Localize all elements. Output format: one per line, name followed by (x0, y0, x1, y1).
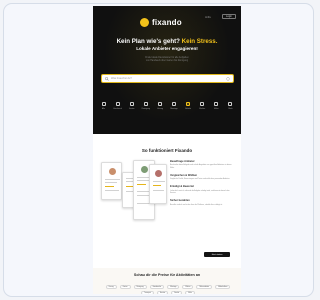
card-line (105, 182, 117, 183)
price-chip[interactable]: Malerarbeiten (196, 285, 213, 290)
category-item[interactable]: Garten (125, 102, 138, 110)
hammer-icon (115, 102, 120, 106)
category-label: Umzug (156, 108, 163, 110)
feature-item: Vergleichen & Wählen Vergleiche Profile, … (170, 174, 235, 181)
feature-text: Vergleiche Profile, Bewertungen und Prei… (170, 178, 230, 181)
star-icon (186, 102, 191, 106)
feature-title: Vergleichen & Wählen (170, 173, 198, 177)
feature-title: Beauftrage Anbieter (170, 160, 195, 163)
landing-page: fixando Hilfe Login Kein Plan wie's geht… (93, 6, 241, 294)
wrench-icon (172, 102, 177, 106)
features-list: Beauftrage Anbieter Beschreibe deine Aufg… (170, 160, 235, 211)
feature-text: Bezahle einfach und sicher über die Plat… (170, 203, 223, 206)
feature-item: Erledigt & Bewertet Lehne dich zurück, wä… (170, 185, 235, 194)
category-label: Alle (101, 108, 106, 110)
price-chip[interactable]: Transport (141, 291, 154, 294)
avatar (155, 170, 162, 177)
category-label: Montage (170, 108, 178, 110)
price-chip[interactable]: Möbelaufbau (215, 285, 231, 290)
logo-mark-icon (140, 18, 149, 27)
category-item[interactable]: Reinigung (139, 102, 152, 110)
avatar (109, 168, 116, 175)
truck-icon (157, 102, 162, 106)
feature-title: Erledigt & Bewertet (170, 185, 194, 189)
category-label: Mehr (228, 108, 233, 110)
cta-button[interactable]: Jetzt starten (204, 252, 230, 257)
price-chip[interactable]: Mehr (185, 291, 195, 294)
price-chip[interactable]: Reinigung (133, 285, 147, 290)
hero-headline: Kein Plan wie's geht? Kein Stress. (99, 38, 235, 45)
bolt-icon (200, 102, 205, 106)
card-line (105, 190, 119, 191)
card-line (137, 180, 149, 181)
category-item[interactable]: Handwerk (111, 102, 124, 110)
feature-item: Beauftrage Anbieter Beschreibe deine Aufg… (170, 160, 235, 169)
search-input[interactable] (109, 75, 226, 82)
rating-stars (105, 186, 114, 187)
category-label: Maler (214, 108, 219, 110)
category-item[interactable]: Elektro (196, 102, 209, 110)
rating-stars (137, 184, 146, 185)
location-icon[interactable] (226, 76, 230, 81)
feature-text: Lehne dich zurück, während die Aufgabe e… (170, 189, 230, 194)
category-item[interactable]: Mehr (224, 102, 237, 110)
headline-accent: Kein Stress. (181, 38, 218, 45)
pricing-title: Schau dir die Preise für Aktivitäten an (133, 273, 201, 277)
price-chip[interactable]: Fenster (156, 291, 169, 294)
category-row: Alle Handwerk Garten Reinigung Umzug Montage B… (97, 102, 237, 110)
nav-help-link[interactable]: Hilfe (205, 15, 211, 19)
features-title: So funktioniert Fixando (141, 148, 193, 153)
price-chip[interactable]: Montage (167, 285, 180, 290)
feature-text: Beschreibe deine Aufgabe und erhalte Ang… (170, 164, 232, 169)
category-label: Beliebt (185, 108, 192, 110)
category-item[interactable]: Beliebt (182, 102, 195, 110)
category-item[interactable]: Maler (210, 102, 223, 110)
category-label: Garten (128, 108, 135, 110)
category-label: Reinigung (141, 108, 151, 110)
pricing-chips: Umzug Garten Reinigung Handwerker Montage Ele… (103, 285, 233, 294)
category-label: Elektro (199, 108, 206, 110)
avatar (141, 166, 148, 173)
hero-tagline: Finde lokale Dienstleister für alle Aufg… (113, 57, 221, 63)
price-chip[interactable]: Handwerker (149, 285, 165, 290)
card-line (153, 190, 164, 191)
tagline-line-2: von Handwerk über Garten bis Reinigung (145, 60, 189, 62)
more-icon (228, 102, 233, 106)
profile-card[interactable] (149, 164, 167, 204)
price-chip[interactable]: Sanitär (171, 291, 183, 294)
card-line (153, 181, 165, 182)
search-bar[interactable] (101, 74, 234, 83)
grid-icon (101, 102, 106, 106)
brand-logo[interactable]: fixando (140, 18, 182, 27)
price-chip[interactable]: Umzug (105, 285, 117, 290)
login-button[interactable]: Login (222, 14, 236, 19)
leaf-icon (129, 102, 134, 106)
headline-text: Kein Plan wie's geht? (116, 38, 182, 45)
profile-card[interactable] (101, 162, 122, 200)
rating-stars (153, 185, 161, 186)
category-item[interactable]: Alle (97, 102, 110, 110)
broom-icon (143, 102, 148, 106)
category-item[interactable]: Umzug (153, 102, 166, 110)
hero-section: fixando Hilfe Login Kein Plan wie's geht… (93, 6, 241, 134)
price-chip[interactable]: Elektro (182, 285, 194, 290)
feature-item: Sicher bezahlen Bezahle einfach und siche… (170, 199, 235, 206)
category-item[interactable]: Montage (168, 102, 181, 110)
brush-icon (214, 102, 219, 106)
category-label: Handwerk (113, 108, 122, 110)
price-chip[interactable]: Garten (119, 285, 131, 290)
card-line (105, 179, 120, 180)
hero-subhead: Lokale Anbieter engagieren! (136, 46, 198, 51)
brand-name: fixando (152, 18, 182, 27)
feature-title: Sicher bezahlen (170, 199, 190, 203)
